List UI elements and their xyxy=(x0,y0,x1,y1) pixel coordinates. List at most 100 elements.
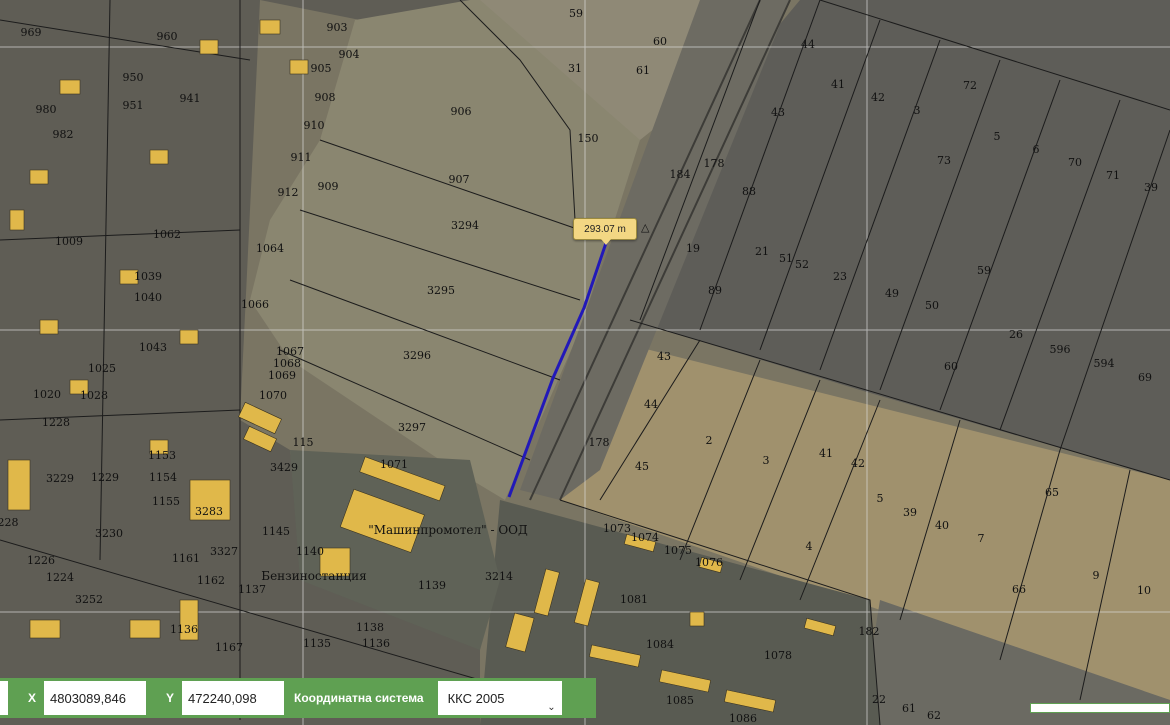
parcel-number: 9 xyxy=(1093,569,1100,582)
parcel-number: 3429 xyxy=(270,461,298,474)
measurement-tooltip: 293.07 m xyxy=(573,218,637,245)
cadastral-map[interactable]: △ 596031 61444142372567071394373150906907… xyxy=(0,0,1170,725)
parcel-number: 42 xyxy=(851,457,865,470)
parcel-number: 3230 xyxy=(95,527,123,540)
parcel-number: 909 xyxy=(318,180,339,193)
parcel-number: 60 xyxy=(653,35,667,48)
parcel-number: 3296 xyxy=(403,349,431,362)
parcel-number: 1062 xyxy=(153,228,181,241)
parcel-number: 43 xyxy=(657,350,671,363)
parcel-number: 3297 xyxy=(398,421,426,434)
parcel-number: 3294 xyxy=(451,219,479,232)
y-coordinate-input[interactable] xyxy=(182,681,285,715)
parcel-number: 907 xyxy=(449,173,470,186)
parcel-number: 52 xyxy=(795,258,809,271)
parcel-number: 903 xyxy=(327,21,348,34)
coordinate-system-label: Координатна система xyxy=(294,691,424,705)
parcel-number: 1066 xyxy=(241,298,269,311)
parcel-number: 88 xyxy=(742,185,756,198)
parcel-number: 22 xyxy=(872,693,886,706)
parcel-number: 1043 xyxy=(139,341,167,354)
parcel-number: 1226 xyxy=(27,554,55,567)
parcel-number: 3283 xyxy=(195,505,223,518)
parcel-number: 3295 xyxy=(427,284,455,297)
parcel-number: 1228 xyxy=(42,416,70,429)
parcel-number: 39 xyxy=(1144,181,1158,194)
parcel-number: 228 xyxy=(0,516,19,529)
parcel-number: 3229 xyxy=(46,472,74,485)
parcel-number: 960 xyxy=(157,30,178,43)
parcel-number: 1025 xyxy=(88,362,116,375)
parcel-number: 1139 xyxy=(418,579,446,592)
svg-text:△: △ xyxy=(641,221,650,234)
parcel-number: 950 xyxy=(123,71,144,84)
parcel-number: 1084 xyxy=(646,638,674,651)
parcel-number: 1040 xyxy=(134,291,162,304)
y-label: Y xyxy=(166,691,175,705)
map-text-label: Бензиностанция xyxy=(261,569,366,583)
parcel-number: 1070 xyxy=(259,389,287,402)
parcel-number: 4 xyxy=(806,540,813,553)
parcel-number: 1136 xyxy=(362,637,390,650)
parcel-number: 23 xyxy=(833,270,847,283)
parcel-number: 3252 xyxy=(75,593,103,606)
parcel-number: 31 xyxy=(568,62,582,75)
parcel-number: 73 xyxy=(937,154,951,167)
coordinate-system-value: ККС 2005 xyxy=(447,690,505,706)
parcel-number: 49 xyxy=(885,287,899,300)
parcel-number: 911 xyxy=(291,151,312,164)
parcel-number: 1135 xyxy=(303,637,331,650)
parcel-number: 71 xyxy=(1106,169,1120,182)
parcel-number: 1071 xyxy=(380,458,408,471)
parcel-number: 6 xyxy=(1033,143,1040,156)
parcel-number: 19 xyxy=(686,242,700,255)
parcel-number: 1140 xyxy=(296,545,324,558)
parcel-number: 1020 xyxy=(33,388,61,401)
parcel-number: 1154 xyxy=(149,471,177,484)
parcel-number: 1086 xyxy=(729,712,757,725)
parcel-number: 26 xyxy=(1009,328,1023,341)
parcel-number: 1075 xyxy=(664,544,692,557)
chevron-down-icon: ⌄ xyxy=(547,702,556,713)
parcel-number: 596 xyxy=(1050,343,1071,356)
coordinate-bar: X Y Координатна система ККС 2005 ⌄ xyxy=(0,678,596,718)
coordinate-system-select[interactable]: ККС 2005 ⌄ xyxy=(437,681,562,715)
parcel-number: 3 xyxy=(914,104,921,117)
parcel-number: 39 xyxy=(903,506,917,519)
parcel-number: 59 xyxy=(569,7,583,20)
parcel-number: 7 xyxy=(978,532,985,545)
parcel-number: 1153 xyxy=(148,449,176,462)
parcel-number: 1064 xyxy=(256,242,284,255)
map-text-label: "Машинпромотел" - ООД xyxy=(368,523,528,537)
parcel-number: 61 xyxy=(902,702,916,715)
coordbar-left-edge xyxy=(0,681,8,715)
parcel-number: 941 xyxy=(180,92,201,105)
parcel-number: 3327 xyxy=(210,545,238,558)
parcel-number: 70 xyxy=(1068,156,1082,169)
parcel-number: 1028 xyxy=(80,389,108,402)
parcel-number: 5 xyxy=(994,130,1001,143)
parcel-number: 72 xyxy=(963,79,977,92)
parcel-number: 59 xyxy=(977,264,991,277)
parcel-number: 43 xyxy=(771,106,785,119)
parcel-number: 1073 xyxy=(603,522,631,535)
parcel-number: 908 xyxy=(315,91,336,104)
parcel-number: 1074 xyxy=(631,531,659,544)
parcel-number: 1009 xyxy=(55,235,83,248)
parcel-number: 44 xyxy=(801,38,815,51)
parcel-number: 1155 xyxy=(152,495,180,508)
parcel-number: 1085 xyxy=(666,694,694,707)
x-coordinate-input[interactable] xyxy=(44,681,147,715)
parcel-number: 912 xyxy=(278,186,299,199)
parcel-number: 1081 xyxy=(620,593,648,606)
parcel-number: 89 xyxy=(708,284,722,297)
parcel-number: 3 xyxy=(763,454,770,467)
parcel-number: 594 xyxy=(1094,357,1115,370)
parcel-number: 3214 xyxy=(485,570,513,583)
parcel-number: 1076 xyxy=(695,556,723,569)
parcel-number: 60 xyxy=(944,360,958,373)
parcel-number: 5 xyxy=(877,492,884,505)
parcel-number: 1224 xyxy=(46,571,74,584)
parcel-number: 910 xyxy=(304,119,325,132)
parcel-number: 150 xyxy=(578,132,599,145)
